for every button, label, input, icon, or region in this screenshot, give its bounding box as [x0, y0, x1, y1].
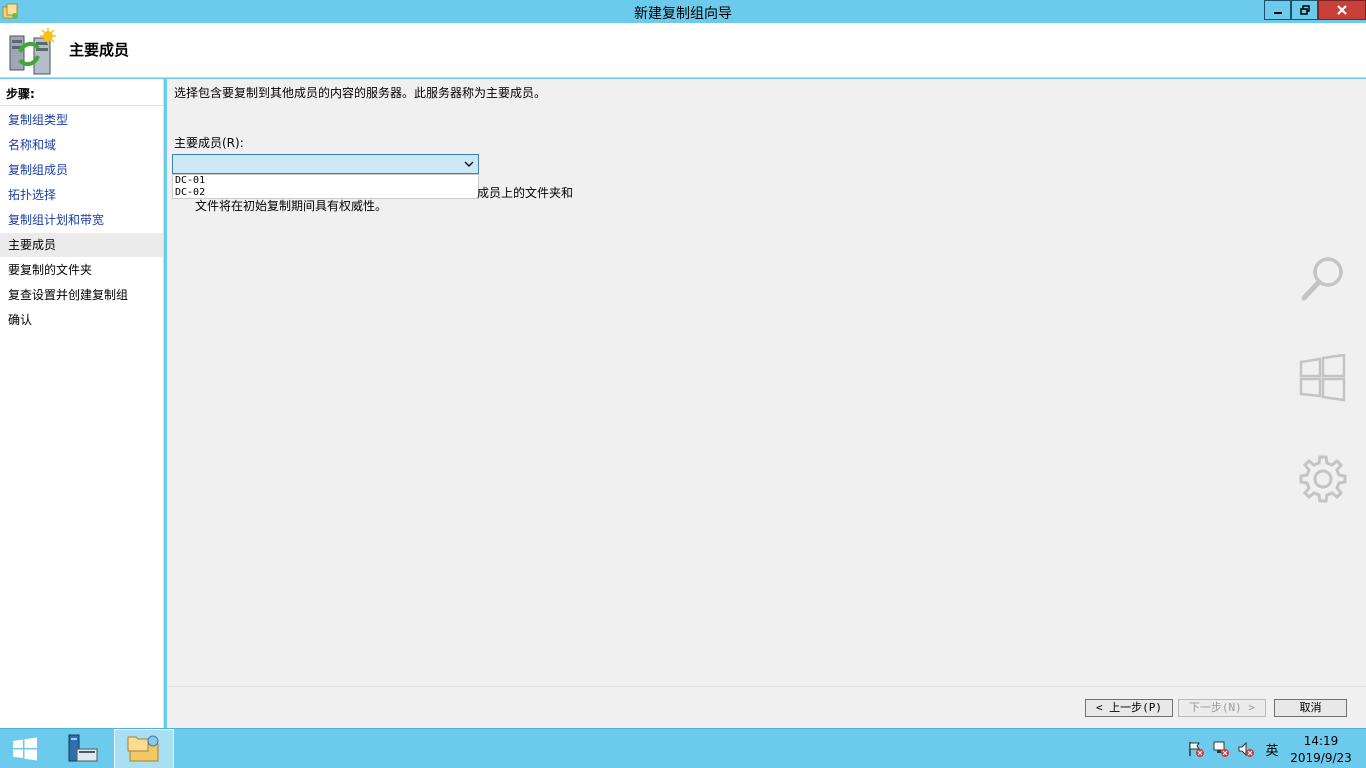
steps-sidebar: 步骤: 复制组类型 名称和域 复制组成员 拓扑选择 复制组计划和带宽 主要成员 … — [0, 79, 164, 728]
taskbar: 英 14:19 2019/9/23 — [0, 728, 1366, 768]
clock-time[interactable]: 14:19 — [1292, 734, 1350, 748]
step-replication-group-type[interactable]: 复制组类型 — [0, 108, 163, 132]
title-bar: 新建复制组向导 — [0, 0, 1366, 23]
folder-replication-icon — [127, 735, 159, 762]
page-title: 主要成员 — [69, 41, 130, 59]
action-center-flag-icon[interactable] — [1186, 739, 1206, 759]
taskbar-server-manager[interactable] — [52, 729, 112, 768]
steps-heading: 步骤: — [6, 87, 35, 101]
description-text: 选择包含要复制到其他成员的内容的服务器。此服务器称为主要成员。 — [174, 86, 547, 100]
step-folders-to-replicate: 要复制的文件夹 — [8, 263, 93, 277]
flag-icon — [1189, 742, 1204, 757]
network-icon[interactable] — [1211, 739, 1231, 759]
speaker-muted-icon — [1238, 741, 1254, 757]
wizard-header: 主要成员 — [0, 23, 1366, 78]
wizard-button-bar: < 上一步(P) 下一步(N) > 取消 — [167, 686, 1366, 728]
note-text-line1: 成员上的文件夹和 — [477, 186, 574, 200]
option-dc-01[interactable]: DC-01 — [175, 175, 478, 187]
primary-member-dropdown-list: DC-01 DC-02 — [172, 174, 479, 199]
cancel-button[interactable]: 取消 — [1274, 699, 1347, 717]
windows-logo-icon — [13, 737, 37, 761]
server-manager-icon — [68, 734, 98, 762]
step-schedule-and-bandwidth[interactable]: 复制组计划和带宽 — [0, 208, 163, 232]
step-confirmation: 确认 — [8, 313, 33, 327]
network-status-icon — [1213, 741, 1229, 757]
step-primary-member: 主要成员 — [0, 233, 163, 257]
close-icon — [1337, 5, 1347, 15]
steps-divider — [0, 105, 163, 106]
minimize-button[interactable] — [1264, 0, 1291, 20]
chevron-down-icon[interactable] — [463, 158, 475, 170]
restore-button[interactable] — [1291, 0, 1318, 20]
gear-icon[interactable] — [1298, 454, 1348, 504]
search-icon[interactable] — [1298, 254, 1348, 304]
start-button[interactable] — [0, 729, 50, 768]
note-text-line2: 文件将在初始复制期间具有权威性。 — [195, 199, 388, 213]
step-name-and-domain[interactable]: 名称和域 — [0, 133, 163, 157]
main-panel: 选择包含要复制到其他成员的内容的服务器。此服务器称为主要成员。 主要成员(R):… — [167, 79, 1366, 686]
replication-group-icon — [9, 28, 56, 75]
restore-icon — [1299, 5, 1310, 15]
step-topology-selection[interactable]: 拓扑选择 — [0, 183, 163, 207]
volume-icon[interactable] — [1236, 739, 1256, 759]
minimize-icon — [1273, 12, 1282, 14]
primary-member-combobox[interactable] — [172, 154, 479, 174]
window-title: 新建复制组向导 — [634, 6, 732, 22]
step-replication-group-members[interactable]: 复制组成员 — [0, 158, 163, 182]
step-review-settings: 复查设置并创建复制组 — [8, 288, 129, 302]
taskbar-dfs-management[interactable] — [114, 729, 174, 768]
next-button[interactable]: 下一步(N) > — [1178, 699, 1266, 717]
windows-logo-icon[interactable] — [1298, 354, 1348, 402]
previous-button[interactable]: < 上一步(P) — [1085, 699, 1173, 717]
close-button[interactable] — [1318, 0, 1366, 20]
clock-date[interactable]: 2019/9/23 — [1288, 751, 1354, 765]
primary-member-label: 主要成员(R): — [174, 136, 244, 150]
input-method-indicator[interactable]: 英 — [1262, 739, 1282, 759]
